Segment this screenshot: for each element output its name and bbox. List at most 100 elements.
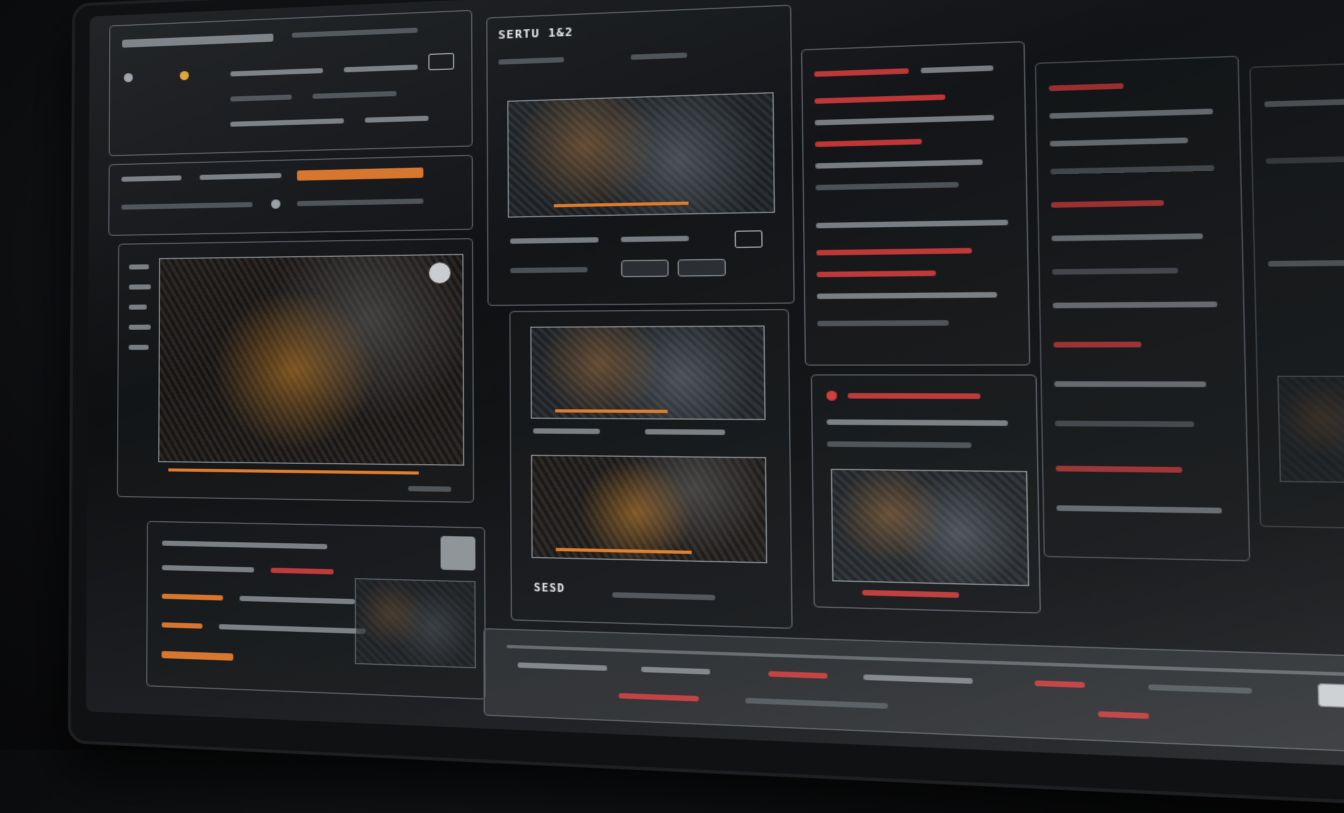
event-line [827,419,1008,426]
event-panel [811,374,1041,613]
preview-toggle-icon[interactable] [429,262,451,283]
header-bar [122,34,273,48]
footer-bar [612,592,715,600]
main-preview-image [158,254,464,466]
log-line [816,182,959,190]
side-label [129,264,149,269]
clip-preview-image-3 [531,455,767,564]
timeline-label [1148,684,1252,693]
row-bar [162,565,254,572]
list-line-alert [1056,466,1183,473]
timeline-strip [297,167,423,180]
clip-info-bar [645,429,725,435]
timeline-panel [483,628,1344,756]
header-bar [292,28,418,38]
log-line-alert [814,68,909,77]
timeline-label [863,674,972,683]
main-preview-panel [117,238,474,503]
alert-icon [826,391,837,401]
toolbar-bar [297,198,423,206]
timeline-label [518,662,608,671]
log-line [815,115,994,126]
screen: SERTU 1&2 SESD [86,0,1344,773]
status-dot [124,73,133,82]
event-line-alert [848,393,981,399]
row-bar-accent [162,594,223,601]
info-bar [230,68,323,76]
clip-progress-2[interactable] [555,409,667,413]
clip-info-bar [510,237,598,244]
info-bar [344,65,418,73]
log-line-alert [814,94,945,103]
window-icon[interactable] [428,53,454,70]
log-line [817,292,997,299]
side-label [129,345,149,350]
toolbar-bar [121,175,181,181]
side-label [129,325,151,330]
toolbar-bar [121,202,252,210]
log-line-alert [817,270,936,277]
event-preview-image [831,469,1029,586]
clip-action-button[interactable] [621,260,669,278]
row-bar-accent [162,622,203,628]
timeline-label [745,698,888,709]
row-bar [219,624,366,634]
log-panel [801,41,1030,366]
event-line-alert [862,590,959,598]
clip-info-bar [621,236,689,242]
row-bar [162,541,327,550]
info-bar [230,95,292,102]
clip-info-bar [533,428,600,434]
center-bottom-panel: SESD [509,309,792,629]
right-list-panel [1035,56,1250,562]
log-line-alert [815,139,922,147]
clip-settings-icon[interactable] [735,230,763,248]
left-toolbar-panel [108,155,473,236]
side-preview-image [1277,376,1344,484]
playback-progress[interactable] [168,468,418,474]
monitor: SERTU 1&2 SESD [68,0,1344,813]
list-line [1054,381,1206,387]
row-bar [240,596,355,604]
list-line-alert [1053,342,1141,348]
panel-footer: SESD [534,583,565,596]
left-top-panel [109,10,473,156]
center-top-panel: SERTU 1&2 [486,5,794,306]
event-line [827,441,971,448]
list-line [1052,233,1203,241]
list-line [1264,97,1344,107]
list-line [1053,301,1218,308]
list-line [1049,109,1213,119]
log-line [815,159,982,168]
timeline-marker [1035,680,1085,687]
clip-preview-image-2 [530,325,765,420]
info-bar [365,116,429,123]
list-line [1052,268,1178,275]
info-bar [230,118,344,127]
header-bar [631,52,687,59]
clip-action-button[interactable] [678,259,726,277]
row-bar-alert [271,568,334,575]
far-right-panel [1249,59,1344,531]
clip-info-bar [510,267,587,273]
left-bottom-panel [146,521,486,700]
info-bar [313,91,397,99]
header-bar [498,57,564,65]
status-dot [180,71,189,80]
log-line-alert [816,248,972,256]
list-line [1050,165,1214,174]
list-line [1055,421,1194,428]
side-label [129,305,147,310]
panel-title: SERTU 1&2 [498,25,573,42]
timeline-track[interactable] [507,645,1344,678]
row-bar-accent [162,651,234,661]
list-line [1266,154,1344,164]
list-line-alert [1051,200,1164,208]
mini-preview [355,578,476,668]
list-line [1268,259,1344,266]
clip-preview-image [507,92,775,217]
preview-button[interactable] [441,536,476,571]
timeline-marker [768,671,827,679]
toolbar-bar [200,173,282,180]
timeline-button[interactable] [1318,683,1344,710]
